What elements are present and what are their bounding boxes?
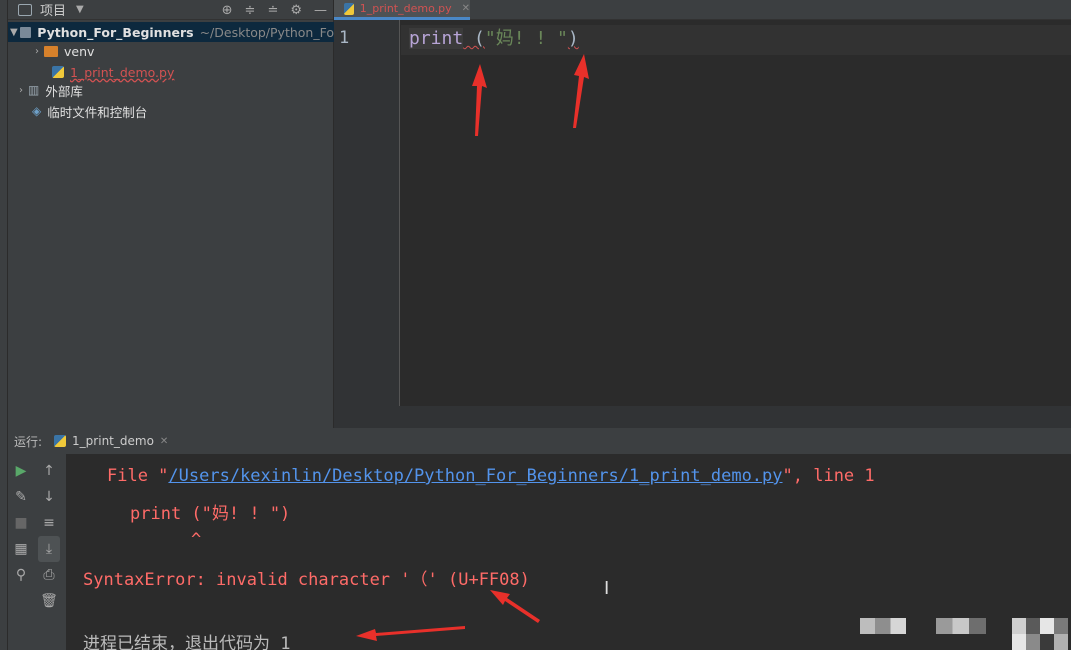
minimize-icon[interactable]: — bbox=[314, 3, 327, 18]
editor-bottom-area bbox=[334, 406, 1071, 428]
arrow-up-icon[interactable]: ↑ bbox=[38, 458, 60, 484]
run-panel-header: 运行: 1_print_demo ✕ bbox=[8, 428, 1071, 454]
code-string: "妈! ! " bbox=[484, 28, 568, 49]
traceback-code-echo: print ("妈! ! ") bbox=[130, 504, 291, 524]
console-output[interactable]: File "/Users/kexinlin/Desktop/Python_For… bbox=[66, 454, 1071, 650]
chevron-right-icon[interactable]: › bbox=[30, 46, 44, 57]
code-line-1[interactable]: print ("妈! ! ") bbox=[409, 26, 579, 52]
close-icon[interactable]: ✕ bbox=[462, 3, 470, 14]
left-tool-strip bbox=[0, 0, 8, 650]
tab-run-config[interactable]: 1_print_demo ✕ bbox=[54, 434, 168, 448]
chevron-down-icon[interactable]: ▼ bbox=[8, 27, 20, 38]
scroll-to-end-icon[interactable]: ⤓ bbox=[38, 536, 60, 562]
locate-icon[interactable]: ⊕ bbox=[222, 3, 233, 18]
expand-all-icon[interactable]: ≑ bbox=[245, 3, 256, 18]
tree-item-external-libraries[interactable]: › ▥ 外部库 bbox=[14, 80, 83, 100]
scratches-icon: ◈ bbox=[32, 104, 42, 118]
text-cursor-icon: I bbox=[604, 578, 610, 599]
watermark-block bbox=[1012, 634, 1068, 650]
python-file-icon bbox=[54, 435, 67, 447]
code-keyword: print bbox=[409, 28, 464, 49]
run-toolbar: ▶ ✎ ■ ▦ ⚲ ↑ ↓ ≡ ⤓ ⎙ 🗑 bbox=[8, 454, 66, 650]
folder-icon bbox=[44, 45, 58, 57]
tree-root-path: ~/Desktop/Python_Fo bbox=[199, 24, 334, 40]
tree-item-venv[interactable]: › venv bbox=[30, 41, 94, 61]
tree-item-file[interactable]: 1_print_demo.py bbox=[52, 62, 174, 82]
chevron-right-icon[interactable]: › bbox=[14, 85, 28, 96]
chevron-down-icon[interactable]: ▼ bbox=[76, 4, 84, 15]
trash-icon[interactable]: 🗑 bbox=[38, 588, 60, 614]
line-number: 1 bbox=[339, 28, 350, 48]
run-label: 运行: bbox=[14, 434, 43, 449]
editor-tab-bar: 1_print_demo.py ✕ bbox=[334, 0, 1071, 20]
print-icon[interactable]: ⎙ bbox=[38, 562, 60, 588]
traceback-prefix: File " bbox=[107, 466, 169, 486]
project-panel-title: 项目 bbox=[40, 4, 67, 19]
close-icon[interactable]: ✕ bbox=[160, 436, 168, 447]
folder-icon bbox=[19, 26, 32, 38]
traceback-caret: ^ bbox=[191, 530, 202, 550]
project-toolbar: ⊕ ≑ ≐ ⚙ — bbox=[222, 0, 327, 20]
layout-icon[interactable]: ▦ bbox=[10, 536, 32, 562]
code-open-paren: ( bbox=[463, 28, 485, 49]
pin-icon[interactable]: ⚲ bbox=[10, 562, 32, 588]
editor-gutter: 1 bbox=[334, 20, 400, 406]
tree-root[interactable]: ▼ Python_For_Beginners ~/Desktop/Python_… bbox=[8, 22, 334, 42]
code-editor[interactable]: print ("妈! ! ") bbox=[401, 20, 1071, 406]
tab-1-print-demo[interactable]: 1_print_demo.py ✕ bbox=[334, 0, 470, 20]
run-icon[interactable]: ▶ bbox=[10, 458, 32, 484]
watermark-block bbox=[860, 618, 906, 634]
project-panel: 项目 ▼ ⊕ ≑ ≐ ⚙ — ▼ Python_For_Beginners ~/… bbox=[8, 0, 334, 428]
code-close-paren: ) bbox=[567, 28, 579, 49]
traceback-file-line: File "/Users/kexinlin/Desktop/Python_For… bbox=[107, 466, 875, 486]
stop-icon[interactable]: ■ bbox=[10, 510, 32, 536]
library-icon: ▥ bbox=[28, 83, 40, 97]
tree-root-name: Python_For_Beginners bbox=[37, 24, 194, 40]
tab-label: 1_print_demo.py bbox=[359, 2, 452, 15]
syntax-error-message: SyntaxError: invalid character '（' (U+FF… bbox=[83, 570, 530, 590]
tree-item-label: venv bbox=[64, 43, 95, 59]
gear-icon[interactable]: ⚙ bbox=[290, 3, 302, 18]
project-icon bbox=[18, 3, 32, 16]
collapse-all-icon[interactable]: ≐ bbox=[267, 3, 278, 18]
traceback-suffix: ", line 1 bbox=[782, 466, 875, 486]
wrench-icon[interactable]: ✎ bbox=[10, 484, 32, 510]
tree-item-label: 临时文件和控制台 bbox=[47, 104, 148, 120]
python-file-icon bbox=[52, 66, 64, 78]
soft-wrap-icon[interactable]: ≡ bbox=[38, 510, 60, 536]
watermark-block bbox=[936, 618, 986, 634]
python-file-icon bbox=[344, 2, 354, 15]
tree-item-label: 外部库 bbox=[45, 83, 83, 99]
arrow-down-icon[interactable]: ↓ bbox=[38, 484, 60, 510]
process-exit-message: 进程已结束，退出代码为 1 bbox=[83, 634, 291, 650]
watermark-block bbox=[1012, 618, 1068, 634]
file-path-link[interactable]: /Users/kexinlin/Desktop/Python_For_Begin… bbox=[168, 466, 782, 486]
tree-item-scratches[interactable]: ◈ 临时文件和控制台 bbox=[32, 101, 147, 121]
tree-item-label: 1_print_demo.py bbox=[70, 64, 175, 80]
run-tab-label: 1_print_demo bbox=[72, 434, 154, 448]
